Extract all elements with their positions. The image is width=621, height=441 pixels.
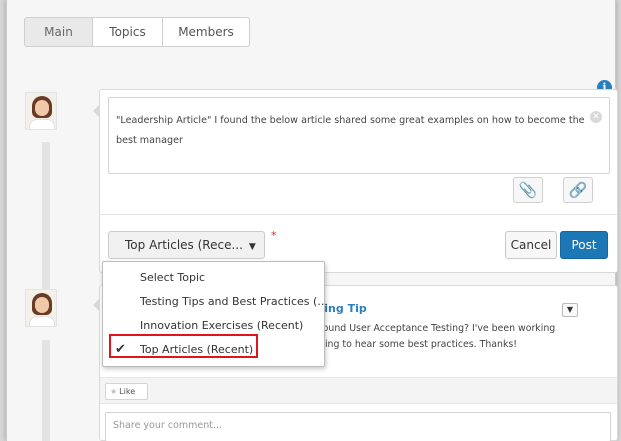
topic-select-value: Top Articles (Rece... bbox=[125, 238, 243, 252]
required-marker: * bbox=[271, 229, 277, 242]
post-body: round User Acceptance Testing? I've been… bbox=[319, 321, 609, 353]
link-icon: 🔗 bbox=[568, 181, 588, 199]
dropdown-option-label: Testing Tips and Best Practices (... bbox=[140, 295, 328, 308]
post-body-line: round User Acceptance Testing? I've been… bbox=[319, 323, 556, 334]
composer-card: "Leadership Article" I found the below a… bbox=[99, 89, 618, 273]
tab-members[interactable]: Members bbox=[162, 17, 250, 47]
main-panel: Main Topics Members i "Leadership Articl… bbox=[6, 0, 618, 441]
comment-input[interactable]: Share your comment... bbox=[105, 412, 611, 441]
dropdown-option-label: Select Topic bbox=[140, 271, 206, 284]
dropdown-option[interactable]: Testing Tips and Best Practices (... bbox=[103, 291, 328, 312]
composer-textarea[interactable]: "Leadership Article" I found the below a… bbox=[108, 97, 610, 174]
timeline-line bbox=[42, 340, 50, 441]
dropdown-option-label: Innovation Exercises (Recent) bbox=[140, 319, 304, 332]
attachment-button[interactable]: 📎 bbox=[513, 177, 543, 203]
star-icon: ★ bbox=[110, 387, 118, 396]
link-button[interactable]: 🔗 bbox=[563, 177, 593, 203]
divider bbox=[100, 214, 617, 215]
dropdown-option[interactable]: Select Topic bbox=[103, 267, 324, 288]
cancel-button[interactable]: Cancel bbox=[505, 231, 557, 259]
highlight-box bbox=[109, 334, 258, 358]
caret-down-icon: ▼ bbox=[248, 242, 256, 252]
avatar bbox=[25, 92, 57, 130]
post-body-line: ping to hear some best practices. Thanks… bbox=[319, 339, 518, 350]
caret-down-icon: ▼ bbox=[566, 305, 574, 314]
clear-icon[interactable]: ✕ bbox=[590, 111, 602, 123]
timeline-line bbox=[42, 142, 50, 294]
tab-topics[interactable]: Topics bbox=[92, 17, 162, 47]
post-action-bar: ★ Like bbox=[100, 377, 617, 404]
attachment-icon: 📎 bbox=[518, 181, 538, 199]
post-menu-button[interactable]: ▼ bbox=[562, 303, 578, 317]
tab-main[interactable]: Main bbox=[24, 17, 92, 47]
tab-bar: Main Topics Members bbox=[24, 17, 250, 47]
topic-select[interactable]: Top Articles (Rece... ▼ bbox=[108, 231, 265, 259]
avatar bbox=[25, 289, 57, 327]
like-label: Like bbox=[119, 387, 136, 396]
composer-text: "Leadership Article" I found the below a… bbox=[116, 115, 585, 146]
post-button[interactable]: Post bbox=[560, 231, 608, 259]
dropdown-option[interactable]: Innovation Exercises (Recent) bbox=[103, 315, 324, 336]
like-button[interactable]: ★ Like bbox=[105, 383, 148, 400]
